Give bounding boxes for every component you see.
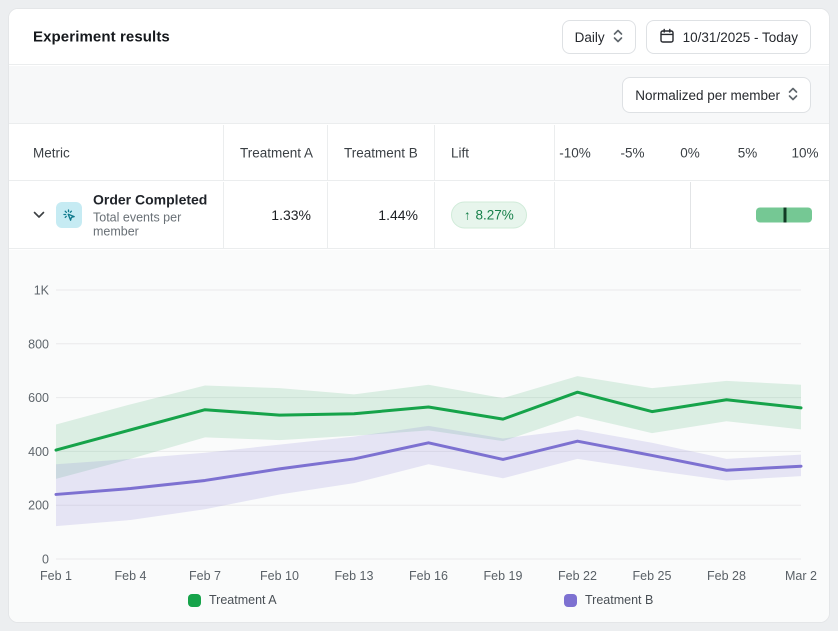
- granularity-value: Daily: [575, 30, 605, 45]
- svg-text:Mar 2: Mar 2: [785, 569, 817, 583]
- scale-tick: 10%: [791, 145, 818, 160]
- calendar-icon: [659, 28, 675, 47]
- svg-text:Feb 13: Feb 13: [335, 569, 374, 583]
- treatment-a-value: 1.33%: [271, 207, 311, 223]
- scale-axis-labels: -10% -5% 0% 5% 10%: [575, 125, 805, 180]
- svg-text:Feb 10: Feb 10: [260, 569, 299, 583]
- svg-text:800: 800: [28, 337, 49, 351]
- title-bar: Experiment results Daily 10/31/2025 - To…: [9, 9, 829, 65]
- toolbar: Normalized per member: [9, 66, 829, 124]
- svg-text:Feb 22: Feb 22: [558, 569, 597, 583]
- svg-text:200: 200: [28, 499, 49, 513]
- scale-tick: -5%: [620, 145, 644, 160]
- column-header-treatment-a: Treatment A: [223, 125, 327, 180]
- svg-text:1K: 1K: [34, 284, 50, 298]
- chevron-updown-icon: [788, 87, 798, 104]
- metric-cell: Order Completed Total events per member: [9, 182, 223, 248]
- page-title: Experiment results: [33, 28, 170, 45]
- normalization-value: Normalized per member: [635, 88, 780, 103]
- svg-text:Feb 7: Feb 7: [189, 569, 221, 583]
- lift-badge: ↑ 8.27%: [451, 202, 527, 229]
- header-controls: Daily 10/31/2025 - Today: [562, 20, 811, 54]
- treatment-b-value: 1.44%: [378, 207, 418, 223]
- lift-bar-cell: [554, 182, 830, 248]
- date-range-button[interactable]: 10/31/2025 - Today: [646, 20, 811, 54]
- svg-text:Feb 1: Feb 1: [40, 569, 72, 583]
- treatment-b-cell: 1.44%: [327, 182, 434, 248]
- normalization-select[interactable]: Normalized per member: [622, 77, 811, 113]
- experiment-chart: 0 200 400 600 800 1K Feb 1 Feb 4 Feb 7 Feb 10 Feb …: [9, 250, 830, 623]
- chart-section: 0 200 400 600 800 1K Feb 1 Feb 4 Feb 7 Feb 10 Feb …: [9, 250, 829, 623]
- lift-point-tick: [784, 208, 787, 223]
- scale-tick: 5%: [738, 145, 758, 160]
- date-range-value: 10/31/2025 - Today: [683, 30, 798, 45]
- column-header-lift: Lift: [434, 125, 554, 180]
- svg-text:Feb 25: Feb 25: [633, 569, 672, 583]
- treatment-b-legend-label: Treatment B: [585, 593, 653, 607]
- lift-cell: ↑ 8.27%: [434, 182, 554, 248]
- scale-tick: 0%: [680, 145, 700, 160]
- treatment-b-swatch: [564, 594, 577, 607]
- chevron-updown-icon: [613, 29, 623, 46]
- svg-text:600: 600: [28, 391, 49, 405]
- legend-item-treatment-b: Treatment B: [564, 593, 653, 607]
- zero-percent-line: [690, 182, 691, 248]
- metric-name: Order Completed: [93, 192, 223, 208]
- scale-tick: -10%: [559, 145, 591, 160]
- experiment-results-card: Experiment results Daily 10/31/2025 - To…: [8, 8, 830, 623]
- treatment-a-swatch: [188, 594, 201, 607]
- metric-subtitle: Total events per member: [93, 211, 223, 239]
- column-header-scale: -10% -5% 0% 5% 10%: [554, 125, 830, 180]
- svg-text:Feb 16: Feb 16: [409, 569, 448, 583]
- granularity-select[interactable]: Daily: [562, 20, 636, 54]
- column-header-metric: Metric: [9, 125, 223, 180]
- svg-text:0: 0: [42, 553, 49, 567]
- column-header-treatment-b: Treatment B: [327, 125, 434, 180]
- arrow-up-icon: ↑: [464, 208, 471, 223]
- svg-text:Feb 28: Feb 28: [707, 569, 746, 583]
- row-expander-chevron-down-icon[interactable]: [31, 207, 47, 223]
- metric-title-block: Order Completed Total events per member: [93, 192, 223, 239]
- table-header: Metric Treatment A Treatment B Lift -10%…: [9, 125, 829, 181]
- table-row[interactable]: Order Completed Total events per member …: [9, 182, 829, 249]
- treatment-a-cell: 1.33%: [223, 182, 327, 248]
- event-metric-icon: [56, 202, 82, 228]
- treatment-a-legend-label: Treatment A: [209, 593, 277, 607]
- svg-text:400: 400: [28, 445, 49, 459]
- lift-bar-track: [575, 182, 805, 248]
- legend-item-treatment-a: Treatment A: [188, 593, 277, 607]
- svg-text:Feb 19: Feb 19: [484, 569, 523, 583]
- lift-value: 8.27%: [476, 208, 514, 223]
- svg-text:Feb 4: Feb 4: [115, 569, 147, 583]
